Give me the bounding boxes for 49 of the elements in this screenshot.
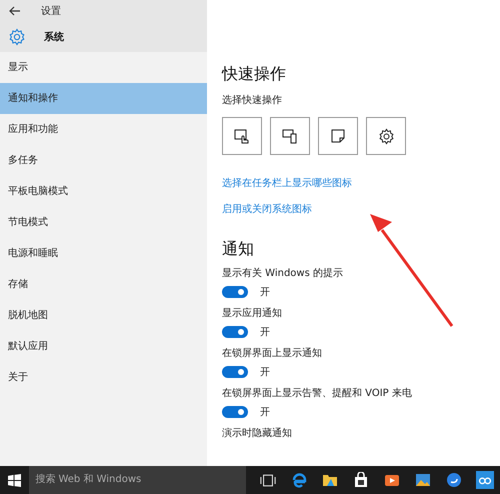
section-heading: 通知 [222,239,254,259]
photos-icon [414,472,430,488]
sidebar-item[interactable]: 存储 [0,269,207,300]
sidebar-item[interactable]: 显示 [0,52,207,83]
windows-logo-icon [8,474,22,486]
quick-action-tile[interactable] [270,117,310,155]
note-icon [330,128,346,144]
back-arrow-icon[interactable] [9,6,21,16]
setting-label: 在锁屏界面上显示通知 [222,347,322,361]
toggle-state: 开 [260,406,270,419]
tablet-hand-icon [234,128,250,144]
monitor-phone-icon [282,128,298,144]
sidebar-item[interactable]: 关于 [0,362,207,393]
quick-action-tile[interactable] [318,117,358,155]
toggle-switch[interactable] [222,366,248,378]
sidebar-item[interactable]: 默认应用 [0,331,207,362]
sidebar-item[interactable]: 多任务 [0,145,207,176]
quick-action-tile[interactable] [222,117,262,155]
section-title: 系统 [44,30,64,44]
toggle-state: 开 [260,286,270,299]
sidebar-item[interactable]: 电源和睡眠 [0,238,207,269]
toggle-switch[interactable] [222,406,248,418]
sidebar-item[interactable]: 平板电脑模式 [0,176,207,207]
search-field[interactable]: 搜索 Web 和 Windows [29,466,246,494]
media-player-icon [384,472,400,488]
window-title: 设置 [41,4,61,18]
folder-icon [322,472,338,488]
gear-icon [8,28,26,46]
section-heading: 快速操作 [222,64,286,84]
circle-logo-icon [446,472,462,488]
sidebar-item[interactable]: 脱机地图 [0,300,207,331]
quick-action-tile[interactable] [366,117,406,155]
setting-label: 显示应用通知 [222,307,282,321]
setting-label: 在锁屏界面上显示告警、提醒和 VOIP 来电 [222,387,412,401]
task-view-icon [260,474,276,486]
settings-icon [378,128,394,144]
toggle-state: 开 [260,366,270,379]
settings-link[interactable]: 启用或关闭系统图标 [222,203,312,217]
setting-label: 演示时隐藏通知 [222,427,292,441]
toggle-switch[interactable] [222,286,248,298]
browser-e-icon [290,472,306,488]
setting-label: 显示有关 Windows 的提示 [222,267,343,281]
subheading: 选择快速操作 [222,94,282,107]
toggle-switch[interactable] [222,326,248,338]
toggle-state: 开 [260,326,270,339]
sidebar-item[interactable]: 通知和操作 [0,83,207,114]
sidebar-item[interactable]: 节电模式 [0,207,207,238]
sidebar-item[interactable]: 应用和功能 [0,114,207,145]
settings-link[interactable]: 选择在任务栏上显示哪些图标 [222,177,352,191]
